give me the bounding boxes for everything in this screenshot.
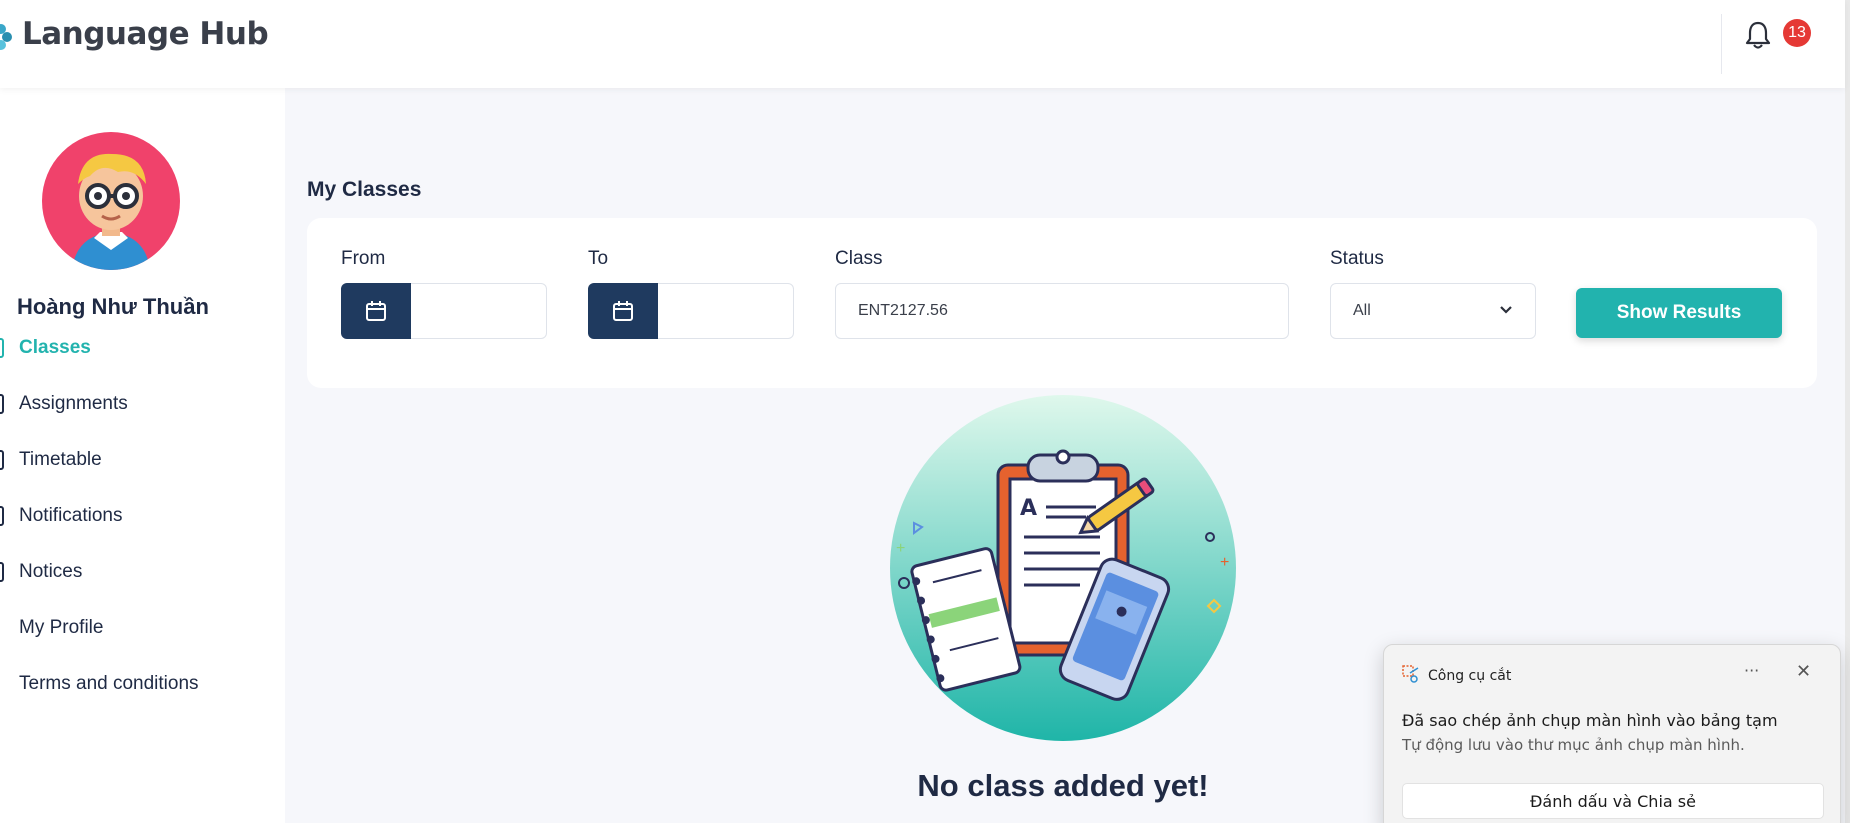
from-date-picker bbox=[341, 283, 547, 339]
toast-app-name: Công cụ cắt bbox=[1428, 668, 1512, 684]
scrollbar-track[interactable] bbox=[1845, 0, 1850, 823]
sidebar-item-label: Notices bbox=[19, 561, 83, 582]
sidebar-item-terms[interactable]: Terms and conditions bbox=[0, 664, 285, 704]
notifications-icon bbox=[0, 506, 4, 526]
svg-text:A: A bbox=[1020, 496, 1037, 521]
sidebar-item-label: Assignments bbox=[19, 393, 128, 414]
class-label: Class bbox=[835, 248, 883, 269]
timetable-icon bbox=[0, 450, 4, 470]
more-options-icon[interactable]: ··· bbox=[1744, 661, 1759, 680]
calendar-icon[interactable] bbox=[588, 283, 658, 339]
sidebar-item-notifications[interactable]: Notifications bbox=[0, 496, 285, 536]
sidebar-item-label: Timetable bbox=[19, 449, 102, 470]
brand-logo[interactable]: Language Hub bbox=[0, 16, 269, 52]
empty-state-illustration: A + + bbox=[890, 395, 1236, 741]
bell-icon[interactable] bbox=[1744, 20, 1772, 50]
sidebar-item-notices[interactable]: Notices bbox=[0, 552, 285, 592]
toast-title: Đã sao chép ảnh chụp màn hình vào bảng t… bbox=[1402, 711, 1778, 730]
from-date-input[interactable] bbox=[411, 283, 547, 339]
top-header: Language Hub 13 bbox=[0, 0, 1845, 88]
sidebar-item-my-profile[interactable]: My Profile bbox=[0, 608, 285, 648]
svg-text:+: + bbox=[896, 540, 905, 557]
header-divider bbox=[1721, 14, 1722, 74]
classes-icon bbox=[0, 338, 4, 358]
from-label: From bbox=[341, 248, 386, 269]
sidebar-item-label: Notifications bbox=[19, 505, 123, 526]
brand-name: Language Hub bbox=[22, 16, 269, 52]
empty-state-title: No class added yet! bbox=[917, 768, 1209, 803]
chevron-down-icon bbox=[1499, 302, 1513, 320]
filter-panel: From To Class ENT2127.56 Status All Show… bbox=[307, 218, 1817, 388]
class-input[interactable] bbox=[835, 283, 1289, 339]
page-title: My Classes bbox=[307, 178, 422, 201]
sidebar-item-classes[interactable]: Classes bbox=[0, 328, 285, 368]
svg-text:+: + bbox=[1220, 554, 1229, 571]
status-selected-value: All bbox=[1353, 302, 1371, 319]
sidebar-item-label: Terms and conditions bbox=[19, 673, 199, 694]
sidebar-item-timetable[interactable]: Timetable bbox=[0, 440, 285, 480]
close-icon[interactable]: ✕ bbox=[1796, 661, 1811, 682]
to-label: To bbox=[588, 248, 609, 269]
user-name: Hoàng Như Thuần bbox=[17, 294, 209, 319]
snipping-toast[interactable]: Công cụ cắt ··· ✕ Đã sao chép ảnh chụp m… bbox=[1383, 644, 1841, 823]
scissors-icon bbox=[1402, 665, 1420, 687]
logo-mark-icon bbox=[0, 16, 16, 52]
status-select[interactable]: All bbox=[1330, 283, 1536, 339]
sidebar-item-label: Classes bbox=[19, 337, 91, 358]
notification-badge[interactable]: 13 bbox=[1783, 19, 1811, 47]
toast-app-header: Công cụ cắt bbox=[1402, 665, 1511, 687]
status-label: Status bbox=[1330, 248, 1384, 269]
toast-subtitle: Tự động lưu vào thư mục ảnh chụp màn hìn… bbox=[1402, 736, 1745, 754]
sidebar-item-label: My Profile bbox=[19, 617, 104, 638]
calendar-icon[interactable] bbox=[341, 283, 411, 339]
notices-icon bbox=[0, 562, 4, 582]
sidebar-item-assignments[interactable]: Assignments bbox=[0, 384, 285, 424]
show-results-button[interactable]: Show Results bbox=[1576, 288, 1782, 338]
assignments-icon bbox=[0, 394, 4, 414]
avatar[interactable] bbox=[42, 132, 180, 270]
markup-and-share-button[interactable]: Đánh dấu và Chia sẻ bbox=[1402, 783, 1824, 819]
sidebar: Hoàng Như Thuần Classes Assignments Time… bbox=[0, 88, 285, 823]
to-date-input[interactable] bbox=[658, 283, 794, 339]
to-date-picker bbox=[588, 283, 794, 339]
